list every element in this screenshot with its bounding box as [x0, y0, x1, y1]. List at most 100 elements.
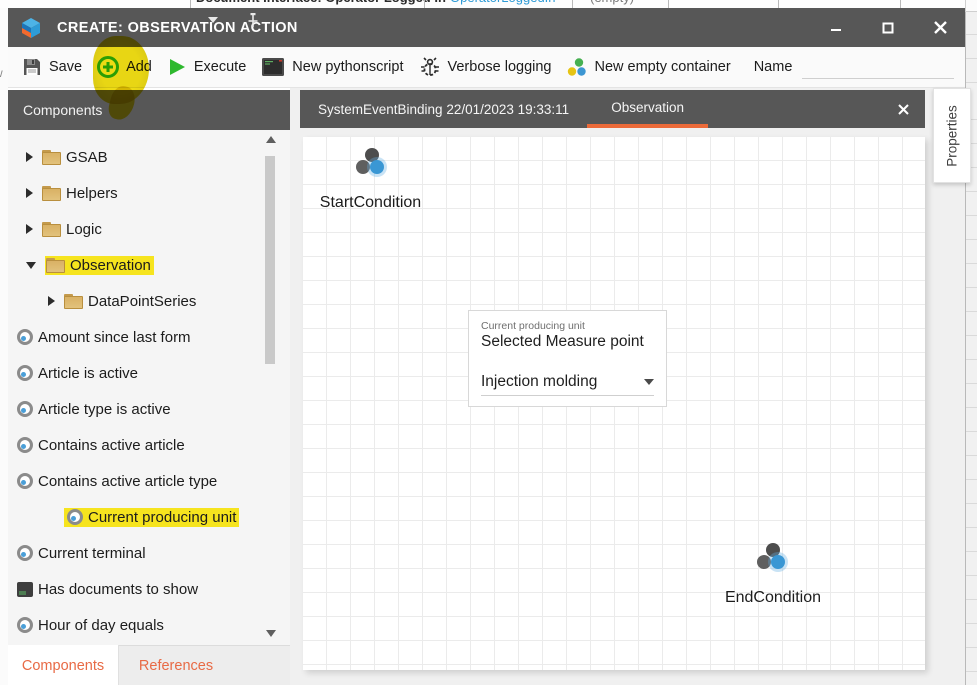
save-button-label: Save: [49, 59, 82, 75]
scroll-up-arrow-icon[interactable]: [266, 136, 276, 143]
tree-item-gsab[interactable]: GSAB: [8, 139, 290, 175]
new-empty-container-button[interactable]: New empty container: [567, 58, 731, 77]
property-card-title: Selected Measure point: [481, 333, 644, 351]
properties-tab-label: Properties: [945, 105, 960, 167]
document-tabstrip: SystemEventBinding 22/01/2023 19:33:11 O…: [300, 90, 925, 128]
expand-arrow-icon[interactable]: [26, 224, 33, 234]
green-plus-circle-icon: [97, 56, 119, 78]
tree-item-has-documents-to-show[interactable]: Has documents to show: [8, 571, 290, 607]
toolbar: Save Add Execute New pythonsc: [8, 47, 965, 88]
tab-properties-flyout[interactable]: Properties: [933, 88, 971, 183]
name-input[interactable]: [802, 56, 954, 79]
observation-eye-icon: [17, 473, 33, 489]
divider: [190, 0, 191, 8]
background-window-left-sliver: w n n: [0, 8, 8, 685]
close-button[interactable]: [927, 15, 953, 41]
tree-item-article-type-is-active[interactable]: Article type is active: [8, 391, 290, 427]
tree-item-hour-of-day-equals[interactable]: Hour of day equals: [8, 607, 290, 643]
components-dropdown-icon[interactable]: [208, 17, 218, 23]
end-condition-node[interactable]: EndCondition: [693, 543, 853, 572]
save-button[interactable]: Save: [22, 57, 82, 77]
tree-item-observation[interactable]: Observation: [8, 247, 290, 283]
tree-item-label: Logic: [66, 221, 102, 238]
tab-references[interactable]: References: [126, 646, 226, 685]
tree-item-article-is-active[interactable]: Article is active: [8, 355, 290, 391]
pin-icon[interactable]: [245, 11, 261, 29]
background-text-fragment: w: [0, 66, 3, 80]
new-empty-container-label: New empty container: [595, 59, 731, 75]
tree-item-label: Hour of day equals: [38, 617, 164, 634]
expand-arrow-icon[interactable]: [26, 188, 33, 198]
three-dots-icon: [567, 58, 588, 77]
tab-components[interactable]: Components: [8, 645, 119, 685]
tree-item-amount-since-last-form[interactable]: Amount since last form: [8, 319, 290, 355]
measure-point-dropdown[interactable]: Injection molding: [481, 369, 654, 396]
floppy-disk-icon: [22, 57, 42, 77]
verbose-logging-label: Verbose logging: [448, 59, 552, 75]
divider: [424, 0, 425, 8]
divider: [572, 0, 573, 8]
tree-item-label: Current terminal: [38, 545, 146, 562]
background-link-fragment: OperatorLoggedIn: [450, 0, 556, 7]
maximize-button[interactable]: [875, 15, 901, 41]
tab-observation[interactable]: Observation: [587, 90, 708, 128]
console-window-icon: [261, 57, 285, 77]
tree-scrollbar[interactable]: [263, 134, 280, 641]
tree-item-label: GSAB: [66, 149, 108, 166]
tree-item-contains-active-article-type[interactable]: Contains active article type: [8, 463, 290, 499]
highlighted-item: Current producing unit: [64, 508, 239, 527]
background-text-fragment: n: [0, 146, 1, 160]
document-screen-icon: [17, 582, 33, 597]
background-text-fragment: (empty): [590, 0, 634, 7]
expand-arrow-icon[interactable]: [26, 152, 33, 162]
start-condition-node[interactable]: StartCondition: [303, 148, 438, 177]
components-panel-title: Components: [23, 102, 102, 118]
tree-item-contains-active-article[interactable]: Contains active article: [8, 427, 290, 463]
divider: [778, 0, 779, 8]
node-label: StartCondition: [303, 194, 438, 212]
execute-button-label: Execute: [194, 59, 246, 75]
name-field-label: Name: [754, 59, 793, 75]
screenshot-stage: Document Interface: Operator Logged In O…: [0, 0, 977, 685]
tree-item-current-producing-unit[interactable]: Current producing unit: [8, 499, 290, 535]
scrollbar-thumb[interactable]: [265, 156, 275, 364]
collapse-arrow-icon[interactable]: [26, 262, 36, 269]
tab-systemeventbinding[interactable]: SystemEventBinding 22/01/2023 19:33:11: [300, 90, 587, 128]
new-pythonscript-label: New pythonscript: [292, 59, 403, 75]
tree-item-label: Amount since last form: [38, 329, 191, 346]
observation-eye-icon: [17, 545, 33, 561]
divider: [900, 0, 901, 8]
dialog-titlebar: CREATE: OBSERVATION ACTION: [8, 8, 965, 47]
observation-eye-icon: [17, 329, 33, 345]
execute-button[interactable]: Execute: [167, 57, 246, 77]
observation-eye-icon: [17, 437, 33, 453]
new-pythonscript-button[interactable]: New pythonscript: [261, 57, 403, 77]
tree-item-label: Contains active article: [38, 437, 185, 454]
divider: [668, 0, 669, 8]
folder-icon: [42, 186, 61, 201]
condition-node-icon: [355, 148, 389, 177]
tree-item-label: Contains active article type: [38, 473, 217, 490]
window-buttons: [823, 15, 965, 41]
tree-item-datapointseries[interactable]: DataPointSeries: [8, 283, 290, 319]
bug-icon: [419, 56, 441, 78]
expand-arrow-icon[interactable]: [48, 296, 55, 306]
background-window-corner: [965, 0, 977, 12]
tree-item-helpers[interactable]: Helpers: [8, 175, 290, 211]
tree-item-label: Article type is active: [38, 401, 171, 418]
dialog-title: CREATE: OBSERVATION ACTION: [57, 20, 298, 36]
minimize-button[interactable]: [823, 15, 849, 41]
add-button[interactable]: Add: [97, 56, 152, 78]
design-canvas[interactable]: StartCondition Current producing unit Se…: [303, 137, 925, 670]
background-text-fragment: Document Interface: Operator Logged In: [196, 0, 446, 7]
tab-label: SystemEventBinding 22/01/2023 19:33:11: [318, 102, 569, 117]
folder-icon: [46, 258, 65, 273]
tree-item-current-terminal[interactable]: Current terminal: [8, 535, 290, 571]
components-panel-header: Components: [8, 90, 290, 130]
condition-node-icon: [756, 543, 790, 572]
verbose-logging-button[interactable]: Verbose logging: [419, 56, 552, 78]
tab-close-button[interactable]: [898, 102, 909, 120]
scroll-down-arrow-icon[interactable]: [266, 630, 276, 637]
tree-item-logic[interactable]: Logic: [8, 211, 290, 247]
add-button-label: Add: [126, 59, 152, 75]
